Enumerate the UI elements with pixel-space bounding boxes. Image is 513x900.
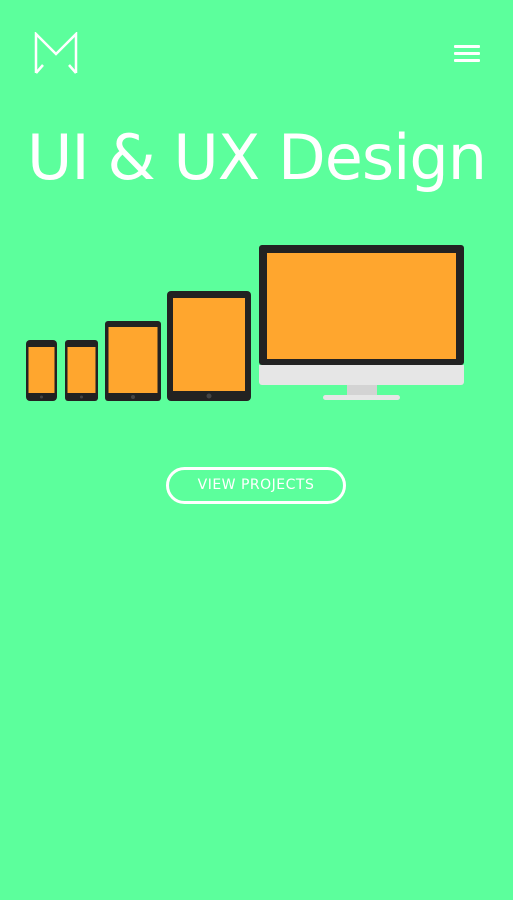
menu-line [454, 52, 480, 55]
tablet-device [167, 291, 251, 401]
menu-line [454, 45, 480, 48]
tablet-small-device [105, 321, 161, 401]
hamburger-menu-icon[interactable] [452, 43, 482, 65]
desktop-monitor-device [259, 245, 464, 400]
logo-m-icon[interactable] [34, 32, 78, 76]
hero-title: UI & UX Design [26, 121, 487, 194]
menu-line [454, 59, 480, 62]
phone-device [65, 340, 98, 401]
devices-illustration [26, 245, 464, 401]
phone-device [26, 340, 57, 401]
view-projects-button[interactable]: VIEW PROJECTS [166, 467, 346, 504]
